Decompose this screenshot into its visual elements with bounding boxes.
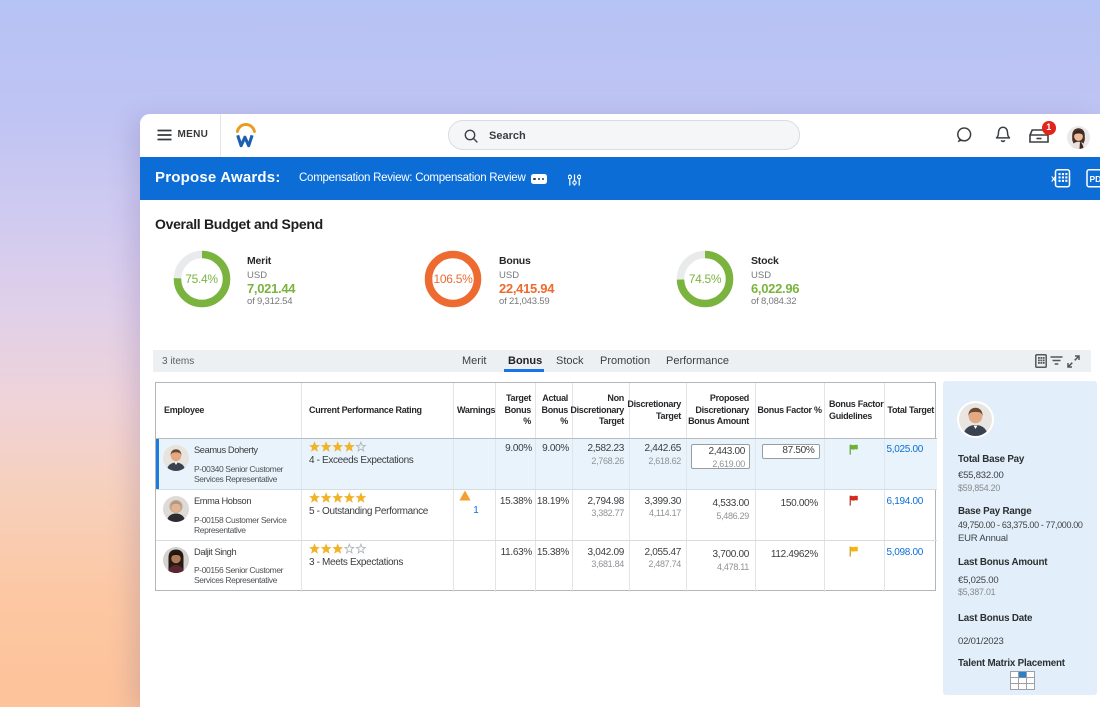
svg-text:x: x [1051,174,1057,185]
svg-text:PDF: PDF [1090,174,1100,184]
